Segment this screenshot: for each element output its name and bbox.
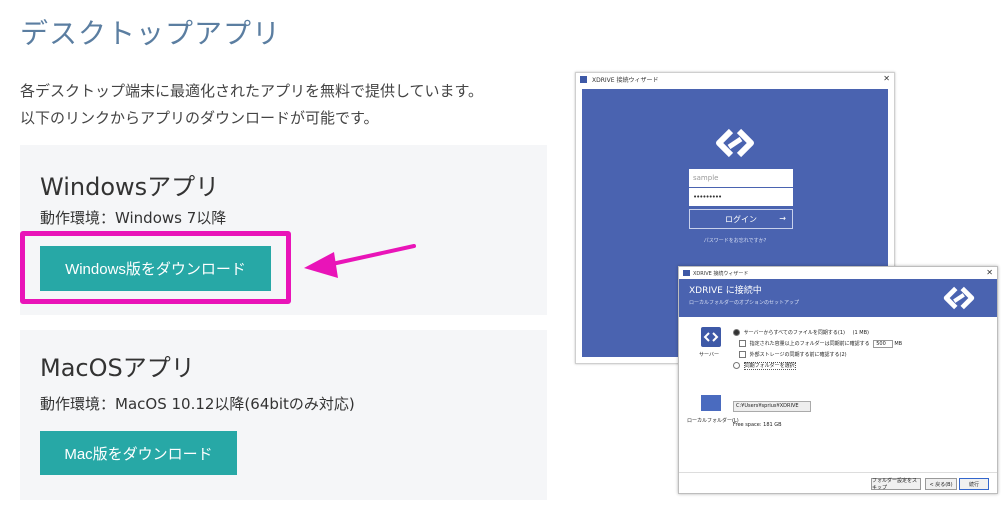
option-external: 外部ストレージの同期する前に確認する(2): [739, 351, 847, 358]
sync-header: XDRIVE に接続中 ローカルフォルダーのオプションのセットアップ: [679, 279, 997, 317]
macos-app-heading: MacOSアプリ: [40, 354, 195, 382]
pointer-arrow-icon: [304, 244, 416, 278]
sync-window-titlebar: XDRIVE 接続ウィザード ✕: [679, 267, 997, 279]
app-logo-icon: [683, 270, 690, 276]
close-icon: ✕: [986, 268, 993, 277]
app-logo-icon: [580, 76, 587, 83]
sync-subheading: ローカルフォルダーのオプションのセットアップ: [689, 300, 800, 306]
option-sync-all: サーバーからすべてのファイルを同期する(1) (1 MB): [733, 329, 869, 336]
login-window-title: XDRIVE 接続ウィザード: [592, 77, 659, 84]
option-confirm-large-label: 指定された容量以上のフォルダーは同期前に確認する: [749, 341, 870, 347]
option-sync-all-label: サーバーからすべてのファイルを同期する(1): [743, 330, 845, 336]
macos-env-text: 動作環境：MacOS 10.12以降(64bitのみ対応): [40, 395, 355, 413]
radio-selected-icon: [733, 329, 740, 336]
xdrive-logo-icon: [716, 128, 754, 158]
option-confirm-unit: MB: [894, 341, 903, 347]
intro-line-1: 各デスクトップ端末に最適化されたアプリを無料で提供しています。: [20, 82, 484, 100]
sync-heading: XDRIVE に接続中: [689, 286, 762, 296]
macos-app-card: MacOSアプリ 動作環境：MacOS 10.12以降(64bitのみ対応) M…: [20, 330, 547, 500]
arrow-right-icon: →: [779, 214, 786, 223]
windows-app-heading: Windowsアプリ: [40, 173, 220, 201]
login-button-label: ログイン: [725, 214, 757, 224]
password-field: •••••••••: [689, 188, 793, 206]
forgot-password-link: パスワードをお忘れですか?: [703, 238, 767, 244]
sync-setup-screenshot: XDRIVE 接続ウィザード ✕ XDRIVE に接続中 ローカルフォルダーのオ…: [678, 266, 998, 494]
divider: [679, 472, 997, 473]
intro-text: 各デスクトップ端末に最適化されたアプリを無料で提供しています。 以下のリンクから…: [20, 78, 483, 132]
option-sync-all-size: (1 MB): [852, 330, 869, 336]
xdrive-logo-icon: [943, 286, 975, 310]
option-confirm-large: 指定された容量以上のフォルダーは同期前に確認する 500 MB: [739, 340, 902, 348]
username-field: sample: [689, 169, 793, 187]
mac-download-button[interactable]: Mac版をダウンロード: [40, 431, 237, 475]
radio-icon: [733, 362, 740, 369]
sync-window-title: XDRIVE 接続ウィザード: [693, 270, 749, 277]
server-icon: [701, 327, 721, 347]
option-select: 同期フォルダーを選択: [733, 362, 796, 370]
intro-line-2: 以下のリンクからアプリのダウンロードが可能です。: [20, 109, 379, 127]
skip-folder-button: フォルダー設定をスキップ: [871, 478, 921, 491]
option-confirm-value: 500: [873, 340, 893, 348]
option-external-label: 外部ストレージの同期する前に確認する(2): [749, 352, 847, 358]
close-icon: ✕: [883, 74, 890, 83]
page-title: デスクトップアプリ: [20, 17, 282, 50]
option-select-label: 同期フォルダーを選択: [743, 362, 796, 370]
login-window-titlebar: XDRIVE 接続ウィザード ✕: [576, 73, 894, 86]
server-label: サーバー: [699, 352, 719, 358]
local-folder-label: ローカルフォルダー(L): [687, 418, 739, 424]
local-path-field: C:¥Users¥sprius¥XDRIVE: [733, 401, 811, 412]
highlight-box: [20, 231, 291, 304]
back-button: < 戻る(B): [925, 478, 957, 490]
checkbox-icon: [739, 340, 746, 347]
checkbox-icon: [739, 351, 746, 358]
windows-env-text: 動作環境：Windows 7以降: [40, 209, 227, 227]
folder-icon: [701, 395, 721, 411]
continue-button: 続行: [959, 478, 989, 490]
free-space-text: Free space: 181 GB: [733, 422, 782, 428]
login-button: ログイン →: [689, 209, 793, 229]
